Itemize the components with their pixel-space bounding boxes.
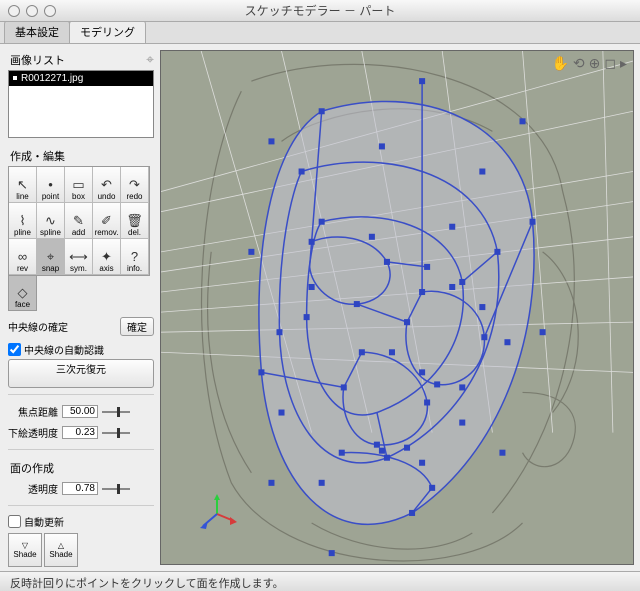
tool-face[interactable]: ◇ face [8, 275, 37, 311]
tool-rev[interactable]: ∞rev [9, 239, 37, 275]
tool-axis[interactable]: ✦axis [93, 239, 121, 275]
tab-modeling[interactable]: モデリング [69, 20, 146, 43]
auto-update-checkbox[interactable]: 自動更新 [8, 514, 154, 529]
line-icon: ↖ [17, 178, 28, 192]
center-confirm-label: 中央線の確定 [8, 317, 68, 336]
point-icon: • [48, 178, 53, 192]
shade-up-button[interactable]: △ Shade [44, 533, 78, 567]
face-trans-label: 透明度 [8, 481, 58, 496]
tool-remove[interactable]: ✐remov. [93, 203, 121, 239]
redo-icon: ↷ [129, 178, 140, 192]
tool-line[interactable]: ↖line [9, 167, 37, 203]
restore-3d-button[interactable]: 三次元復元 [8, 359, 154, 388]
bg-opacity-input[interactable]: 0.23 [62, 426, 98, 439]
face-trans-slider[interactable] [102, 484, 130, 494]
add-icon: ✎ [73, 214, 84, 228]
list-item[interactable]: R0012271.jpg [9, 71, 153, 86]
tool-sym[interactable]: ⟷sym. [65, 239, 93, 275]
triangle-up-icon: △ [58, 541, 64, 550]
fit-icon[interactable]: ◻ [604, 55, 616, 72]
tool-undo[interactable]: ↶undo [93, 167, 121, 203]
spline-icon: ∿ [45, 214, 56, 228]
chevron-icon[interactable]: ▸ [620, 55, 627, 72]
image-list[interactable]: R0012271.jpg [8, 70, 154, 138]
confirm-button[interactable]: 確定 [120, 317, 154, 336]
tool-spline[interactable]: ∿spline [37, 203, 65, 239]
focal-label: 焦点距離 [8, 404, 58, 419]
tab-basic-settings[interactable]: 基本設定 [4, 20, 70, 43]
tool-add[interactable]: ✎add [65, 203, 93, 239]
tool-del[interactable]: 🗑del. [121, 203, 149, 239]
image-list-label: 画像リスト [10, 52, 65, 68]
pline-icon: ⌇ [19, 214, 25, 228]
focal-input[interactable]: 50.00 [62, 405, 98, 418]
remove-icon: ✐ [101, 214, 112, 228]
face-trans-input[interactable]: 0.78 [62, 482, 98, 495]
window-title: スケッチモデラー － パート [0, 2, 640, 19]
viewport[interactable]: ✋ ⟲ ⊕ ◻ ▸ [160, 50, 634, 565]
camera-icon[interactable]: ⌖ [146, 51, 154, 68]
tabs: 基本設定 モデリング [0, 22, 640, 44]
axis-icon: ✦ [101, 250, 112, 264]
bg-opacity-slider[interactable] [102, 428, 130, 438]
rotate-icon[interactable]: ⟲ [573, 55, 585, 72]
face-icon: ◇ [18, 286, 28, 300]
tool-box[interactable]: ▭box [65, 167, 93, 203]
zoom-icon[interactable]: ⊕ [589, 55, 601, 72]
triangle-down-icon: ▽ [22, 541, 28, 550]
tool-pline[interactable]: ⌇pline [9, 203, 37, 239]
tool-grid: ↖line•point▭box↶undo↷redo ⌇pline∿spline✎a… [8, 166, 150, 276]
tool-point[interactable]: •point [37, 167, 65, 203]
info-icon: ? [131, 250, 138, 264]
undo-icon: ↶ [101, 178, 112, 192]
tool-info[interactable]: ?info. [121, 239, 149, 275]
snap-icon: ⌖ [47, 250, 54, 264]
del-icon: 🗑 [126, 214, 143, 228]
rev-icon: ∞ [18, 250, 27, 264]
auto-center-checkbox[interactable]: 中央線の自動認識 [8, 342, 154, 357]
titlebar: スケッチモデラー － パート [0, 0, 640, 22]
status-text: 反時計回りにポイントをクリックして面を作成します。 [10, 578, 284, 590]
sketch-canvas [161, 51, 633, 565]
shade-down-button[interactable]: ▽ Shade [8, 533, 42, 567]
tool-redo[interactable]: ↷redo [121, 167, 149, 203]
bg-opacity-label: 下絵透明度 [8, 425, 58, 440]
hand-icon[interactable]: ✋ [551, 55, 568, 72]
focal-slider[interactable] [102, 407, 130, 417]
box-icon: ▭ [72, 178, 84, 192]
sym-icon: ⟷ [69, 250, 88, 264]
face-creation-label: 面の作成 [10, 460, 154, 476]
axis-gizmo [197, 494, 237, 534]
status-bar: 反時計回りにポイントをクリックして面を作成します。 [0, 571, 640, 591]
create-edit-label: 作成・編集 [10, 148, 154, 164]
tool-snap[interactable]: ⌖snap [37, 239, 65, 275]
